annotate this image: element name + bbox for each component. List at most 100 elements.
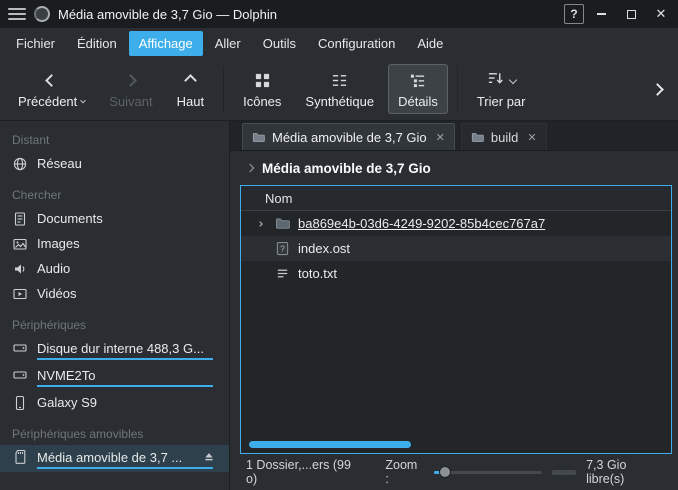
tab-label: Média amovible de 3,7 Gio [272,130,427,145]
free-space-label: 7,3 Gio libre(s) [586,458,668,486]
file-view: Nom ba869e4b-03d6-4249-9202-85b4cec767a7… [240,185,672,454]
text-file-icon [275,266,290,281]
menu-item-fichier[interactable]: Fichier [6,31,65,56]
toolbar-separator [223,66,224,112]
tab-media-amovible[interactable]: Média amovible de 3,7 Gio ✕ [242,123,455,150]
column-header-nom[interactable]: Nom [241,186,671,211]
breadcrumb-current[interactable]: Média amovible de 3,7 Gio [262,161,431,176]
menu-item-aide[interactable]: Aide [407,31,453,56]
file-name: toto.txt [298,266,337,281]
folder-icon [252,131,265,144]
zoom-slider-handle[interactable] [439,466,451,478]
compact-view-button[interactable]: Synthétique [295,64,384,114]
details-view-icon [409,70,426,90]
sidebar-item-videos[interactable]: Vidéos [0,281,229,306]
hard-drive-icon [12,340,28,356]
sd-card-icon [12,449,28,465]
sidebar-item-label: Audio [37,261,70,276]
sidebar-item-disque-dur-interne[interactable]: Disque dur interne 488,3 G... [0,336,229,363]
window-title: Média amovible de 3,7 Gio — Dolphin [58,7,277,22]
section-header-peripheriques: Périphériques [0,314,229,336]
icons-view-label: Icônes [243,95,281,108]
horizontal-scrollbar[interactable] [249,441,411,448]
sidebar-item-nvme2to[interactable]: NVME2To [0,363,229,390]
sidebar-item-images[interactable]: Images [0,231,229,256]
tab-close-button[interactable]: ✕ [525,131,536,144]
chevron-left-icon [45,74,58,87]
eject-icon [201,450,217,464]
file-row-toto-txt[interactable]: toto.txt [241,261,671,286]
menu-item-configuration[interactable]: Configuration [308,31,405,56]
sidebar-item-label: Images [37,236,80,251]
dolphin-app-icon [34,6,50,22]
help-button[interactable]: ? [564,4,584,24]
network-icon [12,156,28,172]
sidebar-item-label: Documents [37,211,103,226]
image-icon [12,236,28,252]
svg-text:?: ? [280,243,285,253]
sort-by-button[interactable]: Trier par [467,64,536,114]
minimize-button[interactable] [588,4,614,24]
audio-icon [12,261,28,277]
eject-button[interactable] [201,450,217,464]
zoom-slider[interactable] [434,465,542,479]
items-summary: 1 Dossier,...ers (99 o) [246,458,365,486]
sidebar-item-label: NVME2To [37,368,96,383]
chevron-down-icon [508,76,516,84]
file-row-index-ost[interactable]: ? index.ost [241,236,671,261]
tab-close-button[interactable]: ✕ [434,131,445,144]
menu-item-edition[interactable]: Édition [67,31,127,56]
unknown-file-icon: ? [275,241,290,256]
close-button[interactable]: ✕ [648,4,674,24]
smartphone-icon [12,395,28,411]
tab-build[interactable]: build ✕ [461,123,547,150]
zoom-label: Zoom : [385,458,424,486]
free-space-indicator [552,470,576,475]
menu-bar: Fichier Édition Affichage Aller Outils C… [0,28,678,58]
disk-usage-bar [37,358,213,360]
icons-view-button[interactable]: Icônes [233,64,291,114]
section-header-peripheriques-amovibles: Périphériques amovibles [0,423,229,445]
sidebar-item-label: Disque dur interne 488,3 G... [37,341,204,356]
tab-label: build [491,130,518,145]
sidebar-item-documents[interactable]: Documents [0,206,229,231]
title-bar: Média amovible de 3,7 Gio — Dolphin ? ✕ [0,0,678,28]
toolbar-overflow-button[interactable] [645,82,670,97]
minimize-icon [597,13,606,15]
window-menu-icon[interactable] [8,6,26,22]
back-label: Précédent [18,95,77,108]
details-view-label: Détails [398,95,438,108]
file-name: ba869e4b-03d6-4249-9202-85b4cec767a7 [298,216,545,231]
back-button[interactable]: Précédent [8,64,95,114]
section-header-distant: Distant [0,129,229,151]
sort-icon [487,70,504,90]
up-button[interactable]: Haut [167,64,214,114]
maximize-button[interactable] [618,4,644,24]
file-list: ba869e4b-03d6-4249-9202-85b4cec767a7 ? i… [241,211,671,286]
file-row-folder[interactable]: ba869e4b-03d6-4249-9202-85b4cec767a7 [241,211,671,236]
forward-label: Suivant [109,95,152,108]
disk-usage-bar [37,467,213,469]
chevron-right-icon [246,164,254,172]
places-panel: Distant Réseau Chercher Documents Images [0,121,230,490]
expander-icon[interactable] [253,222,267,226]
compact-view-icon [331,70,348,90]
file-name: index.ost [298,241,350,256]
menu-item-affichage[interactable]: Affichage [129,31,203,56]
main-toolbar: Précédent Suivant Haut Icônes Synthétiqu… [0,58,678,121]
sidebar-item-label: Galaxy S9 [37,395,97,410]
column-header-label: Nom [265,191,292,206]
compact-view-label: Synthétique [305,95,374,108]
menu-item-aller[interactable]: Aller [205,31,251,56]
sidebar-item-galaxy-s9[interactable]: Galaxy S9 [0,390,229,415]
chevron-right-icon [651,83,664,96]
status-bar: 1 Dossier,...ers (99 o) Zoom : 7,3 Gio l… [230,454,678,490]
menu-item-outils[interactable]: Outils [253,31,306,56]
chevron-up-icon [184,74,197,87]
forward-button[interactable]: Suivant [99,64,162,114]
sidebar-item-media-amovible[interactable]: Média amovible de 3,7 ... [0,445,229,472]
chevron-down-icon [80,97,86,103]
sidebar-item-reseau[interactable]: Réseau [0,151,229,176]
details-view-button[interactable]: Détails [388,64,448,114]
sidebar-item-audio[interactable]: Audio [0,256,229,281]
